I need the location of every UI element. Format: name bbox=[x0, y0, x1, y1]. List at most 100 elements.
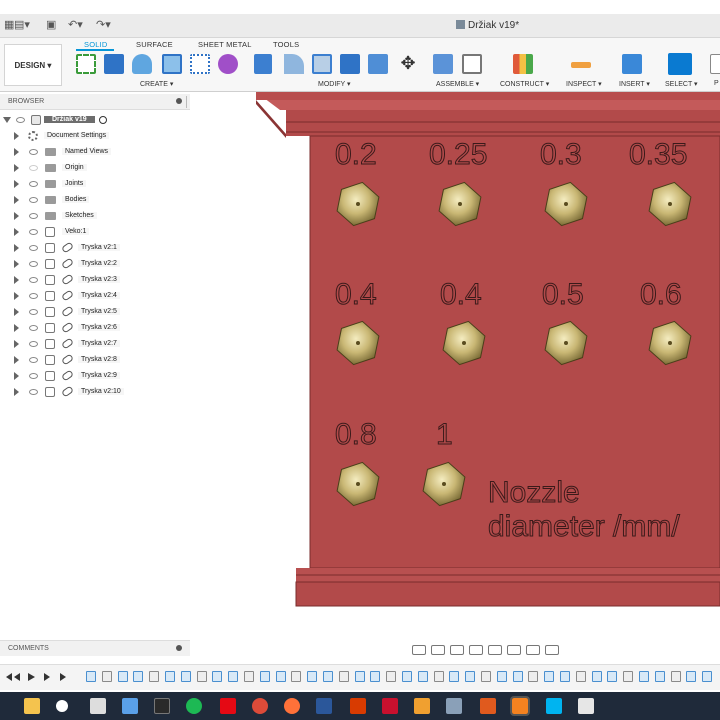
visibility-eye-icon[interactable] bbox=[29, 277, 38, 283]
browser-pin-icon[interactable] bbox=[176, 98, 182, 104]
calculator-icon[interactable] bbox=[90, 698, 106, 714]
look-at-icon[interactable] bbox=[431, 645, 445, 655]
timeline-feature[interactable] bbox=[228, 671, 239, 682]
expand-arrow-icon[interactable] bbox=[14, 244, 19, 252]
press-pull-icon[interactable] bbox=[254, 54, 272, 74]
revolve-icon[interactable] bbox=[132, 54, 152, 74]
create-sketch-icon[interactable] bbox=[76, 54, 96, 74]
expand-arrow-icon[interactable] bbox=[14, 388, 19, 396]
viewports-icon[interactable] bbox=[545, 645, 559, 655]
timeline-feature[interactable] bbox=[686, 671, 697, 682]
grid-settings-icon[interactable] bbox=[526, 645, 540, 655]
visibility-eye-icon[interactable] bbox=[29, 373, 38, 379]
chrome-icon[interactable] bbox=[252, 698, 268, 714]
browser-item[interactable]: Bodies bbox=[0, 193, 190, 207]
timeline-feature[interactable] bbox=[354, 671, 365, 682]
joint-icon[interactable] bbox=[462, 54, 482, 74]
display-settings-icon[interactable] bbox=[507, 645, 521, 655]
timeline-feature[interactable] bbox=[180, 671, 191, 682]
expand-arrow-icon[interactable] bbox=[14, 372, 19, 380]
timeline-feature[interactable] bbox=[702, 671, 713, 682]
combine-icon[interactable] bbox=[340, 54, 360, 74]
timeline-feature[interactable] bbox=[86, 671, 96, 682]
timeline-feature[interactable] bbox=[101, 671, 112, 682]
comments-pin-icon[interactable] bbox=[176, 645, 182, 651]
expand-arrow-icon[interactable] bbox=[14, 196, 19, 204]
network-icon[interactable] bbox=[446, 698, 462, 714]
expand-arrow-icon[interactable] bbox=[14, 132, 19, 140]
construct-group-label[interactable]: CONSTRUCT ▾ bbox=[500, 80, 549, 88]
brightness-icon[interactable] bbox=[56, 700, 68, 712]
zoom-icon[interactable] bbox=[469, 645, 483, 655]
activate-radio-icon[interactable] bbox=[99, 116, 107, 124]
browser-item[interactable]: Tryska v2:1 bbox=[0, 241, 190, 255]
browser-header[interactable]: BROWSER bbox=[0, 94, 190, 110]
insert-image-icon[interactable] bbox=[622, 54, 642, 74]
timeline-feature[interactable] bbox=[528, 671, 539, 682]
visibility-eye-icon[interactable] bbox=[29, 341, 38, 347]
hole-icon[interactable] bbox=[162, 54, 182, 74]
timeline-feature[interactable] bbox=[465, 671, 476, 682]
expand-arrow-icon[interactable] bbox=[14, 260, 19, 268]
comments-bar[interactable]: COMMENTS bbox=[0, 640, 190, 656]
visibility-eye-icon[interactable] bbox=[29, 389, 38, 395]
timeline-start-icon[interactable] bbox=[6, 673, 12, 681]
timeline-feature[interactable] bbox=[512, 671, 523, 682]
visibility-eye-icon[interactable] bbox=[29, 325, 38, 331]
inspect-group-label[interactable]: INSPECT ▾ bbox=[566, 80, 602, 88]
timeline-feature[interactable] bbox=[117, 671, 128, 682]
timeline-end-icon[interactable] bbox=[60, 673, 66, 681]
firefox-icon[interactable] bbox=[284, 698, 300, 714]
photos-icon[interactable] bbox=[578, 698, 594, 714]
timeline-feature[interactable] bbox=[165, 671, 175, 682]
browser-item[interactable]: Veko:1 bbox=[0, 225, 190, 239]
timeline-feature[interactable] bbox=[386, 671, 397, 682]
timeline-feature[interactable] bbox=[575, 671, 586, 682]
timeline-feature[interactable] bbox=[670, 671, 681, 682]
timeline-feature[interactable] bbox=[338, 671, 349, 682]
timeline-feature[interactable] bbox=[196, 671, 207, 682]
file-menu-icon[interactable]: ▤▾ bbox=[14, 18, 30, 31]
expand-arrow-icon[interactable] bbox=[14, 292, 19, 300]
store-icon[interactable] bbox=[122, 698, 138, 714]
autocad-icon[interactable] bbox=[382, 698, 398, 714]
timeline-feature[interactable] bbox=[323, 671, 333, 682]
browser-divider[interactable] bbox=[186, 96, 187, 108]
nozzle-holder-model[interactable]: 0.2 0.25 0.3 0.35 0.4 0.4 0.5 0.6 0.8 1 Nozzle di… bbox=[192, 92, 720, 640]
timeline-feature[interactable] bbox=[133, 671, 144, 682]
visibility-eye-icon[interactable] bbox=[29, 197, 38, 203]
tab-sheet-metal[interactable]: SHEET METAL bbox=[198, 40, 252, 49]
workspace-switcher[interactable]: DESIGN ▾ bbox=[4, 44, 62, 86]
expand-arrow-icon[interactable] bbox=[14, 212, 19, 220]
timeline-feature[interactable] bbox=[591, 671, 602, 682]
timeline-feature[interactable] bbox=[639, 671, 649, 682]
browser-item[interactable]: Tryska v2:4 bbox=[0, 289, 190, 303]
timeline-feature[interactable] bbox=[623, 671, 634, 682]
timeline-feature[interactable] bbox=[560, 671, 570, 682]
browser-root[interactable]: Držiak v19 bbox=[0, 113, 190, 127]
design-viewport[interactable]: 0.2 0.25 0.3 0.35 0.4 0.4 0.5 0.6 0.8 1 Nozzle di… bbox=[192, 92, 720, 640]
visibility-eye-icon[interactable] bbox=[29, 293, 38, 299]
office-icon[interactable] bbox=[350, 698, 366, 714]
visibility-eye-icon[interactable] bbox=[29, 181, 38, 187]
expand-arrow-icon[interactable] bbox=[14, 308, 19, 316]
timeline-feature[interactable] bbox=[244, 671, 254, 682]
browser-item[interactable]: Tryska v2:5 bbox=[0, 305, 190, 319]
timeline-feature[interactable] bbox=[654, 671, 665, 682]
timeline-feature[interactable] bbox=[449, 671, 460, 682]
modify-group-label[interactable]: MODIFY ▾ bbox=[318, 80, 351, 88]
expand-arrow-icon[interactable] bbox=[14, 276, 19, 284]
select-icon[interactable] bbox=[668, 53, 692, 75]
fillet-icon[interactable] bbox=[284, 54, 304, 74]
expand-arrow-icon[interactable] bbox=[14, 340, 19, 348]
timeline-feature[interactable] bbox=[402, 671, 412, 682]
position-group-label[interactable]: P bbox=[714, 80, 719, 87]
offset-plane-icon[interactable] bbox=[513, 54, 533, 74]
timeline-feature[interactable] bbox=[496, 671, 507, 682]
redo-icon[interactable]: ↷▾ bbox=[96, 18, 111, 31]
extrude-icon[interactable] bbox=[104, 54, 124, 74]
fusion-360-icon[interactable] bbox=[510, 696, 530, 716]
zoom-window-icon[interactable] bbox=[488, 645, 502, 655]
create-group-label[interactable]: CREATE ▾ bbox=[140, 80, 173, 88]
netflix-icon[interactable] bbox=[220, 698, 236, 714]
